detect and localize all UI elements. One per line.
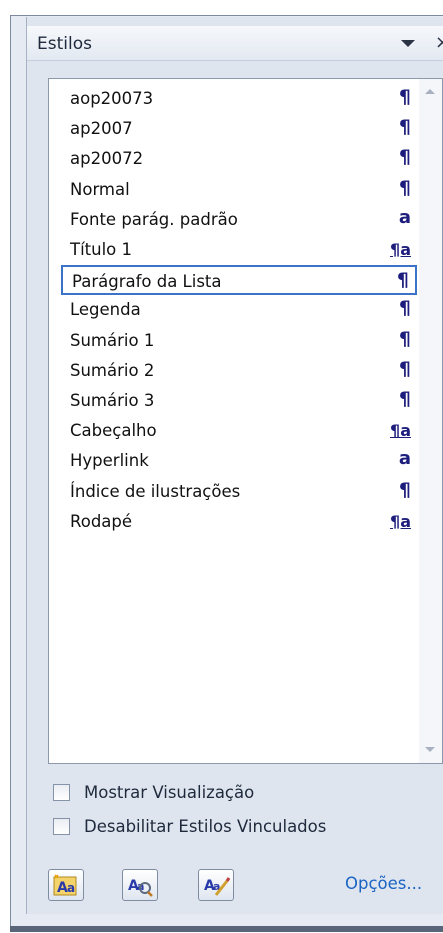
style-item[interactable]: Hyperlink a: [61, 446, 417, 476]
style-item[interactable]: Rodapé ¶a: [61, 507, 417, 537]
show-preview-checkbox[interactable]: [53, 784, 70, 801]
linked-style-icon: ¶a: [390, 511, 411, 531]
close-icon[interactable]: ×: [435, 32, 443, 53]
character-style-icon: a: [398, 448, 411, 470]
style-item[interactable]: Parágrafo da Lista ¶: [61, 265, 417, 296]
style-item-name: Fonte parág. padrão: [70, 209, 238, 229]
chevron-down-icon[interactable]: [401, 40, 415, 47]
manage-styles-button[interactable]: A a: [198, 869, 234, 901]
svg-text:a: a: [67, 881, 75, 895]
style-inspector-icon: A a: [128, 878, 153, 897]
character-style-icon: a: [398, 206, 411, 228]
styles-list[interactable]: aop20073 ¶ ap2007 ¶ ap20072 ¶ Normal ¶ Fonte par…: [48, 78, 443, 764]
style-item-name: Índice de ilustrações: [70, 481, 241, 501]
style-item-name: Cabeçalho: [70, 421, 157, 441]
style-item-name: Sumário 2: [70, 360, 155, 380]
disable-linked-styles-label: Desabilitar Estilos Vinculados: [84, 817, 327, 836]
style-item[interactable]: Sumário 2 ¶: [61, 356, 417, 386]
style-item-name: Rodapé: [70, 511, 133, 531]
new-style-icon: A a: [53, 874, 77, 896]
paragraph-style-icon: ¶: [398, 116, 411, 139]
paragraph-style-icon: ¶: [398, 86, 411, 108]
pane-title-bar: Estilos ×: [27, 26, 443, 61]
vertical-scrollbar[interactable]: [419, 79, 442, 763]
paragraph-style-icon: ¶: [398, 478, 411, 501]
style-item-name: Título 1: [70, 240, 133, 259]
style-item-name: Hyperlink: [70, 451, 149, 471]
style-item[interactable]: Índice de ilustrações ¶: [61, 477, 417, 507]
linked-style-icon: ¶a: [390, 421, 411, 441]
style-item[interactable]: Título 1 ¶a: [61, 235, 417, 265]
disable-linked-styles-checkbox[interactable]: [53, 818, 70, 835]
style-item[interactable]: aop20073 ¶: [61, 84, 417, 114]
style-item-name: ap2007: [70, 119, 133, 139]
pane-title: Estilos: [37, 34, 92, 54]
paragraph-style-icon: ¶: [398, 146, 411, 169]
window-bottom-edge: [10, 926, 443, 932]
style-item[interactable]: Normal ¶: [61, 175, 417, 205]
style-item-name: Normal: [70, 179, 130, 199]
manage-styles-icon: A a: [204, 877, 230, 896]
style-inspector-button[interactable]: A a: [122, 869, 158, 901]
new-style-button[interactable]: A a: [48, 869, 84, 901]
style-item-name: ap20072: [70, 149, 144, 169]
paragraph-style-icon: ¶: [398, 297, 411, 320]
style-item[interactable]: Sumário 3 ¶: [61, 386, 417, 416]
style-item-name: Parágrafo da Lista: [72, 272, 222, 292]
paragraph-style-icon: ¶: [398, 357, 411, 380]
paragraph-style-icon: ¶: [398, 176, 411, 199]
style-item-name: Sumário 1: [70, 330, 155, 350]
show-preview-label: Mostrar Visualização: [84, 783, 255, 802]
scroll-down-icon[interactable]: [425, 747, 435, 752]
paragraph-style-icon: ¶: [398, 327, 411, 350]
options-link[interactable]: Opções...: [345, 874, 422, 893]
scroll-up-icon[interactable]: [425, 89, 435, 94]
style-item[interactable]: Cabeçalho ¶a: [61, 416, 417, 446]
linked-style-icon: ¶a: [390, 240, 411, 259]
style-item[interactable]: ap2007 ¶: [61, 114, 417, 144]
style-item[interactable]: Legenda ¶: [61, 295, 417, 325]
paragraph-style-icon: ¶: [398, 388, 411, 410]
paragraph-style-icon: ¶: [396, 269, 409, 292]
style-item[interactable]: Fonte parág. padrão a: [61, 205, 417, 235]
style-item-name: aop20073: [70, 89, 154, 108]
style-item[interactable]: Sumário 1 ¶: [61, 326, 417, 356]
style-item-name: Sumário 3: [70, 391, 155, 410]
style-item-name: Legenda: [70, 300, 141, 320]
style-item[interactable]: ap20072 ¶: [61, 144, 417, 174]
